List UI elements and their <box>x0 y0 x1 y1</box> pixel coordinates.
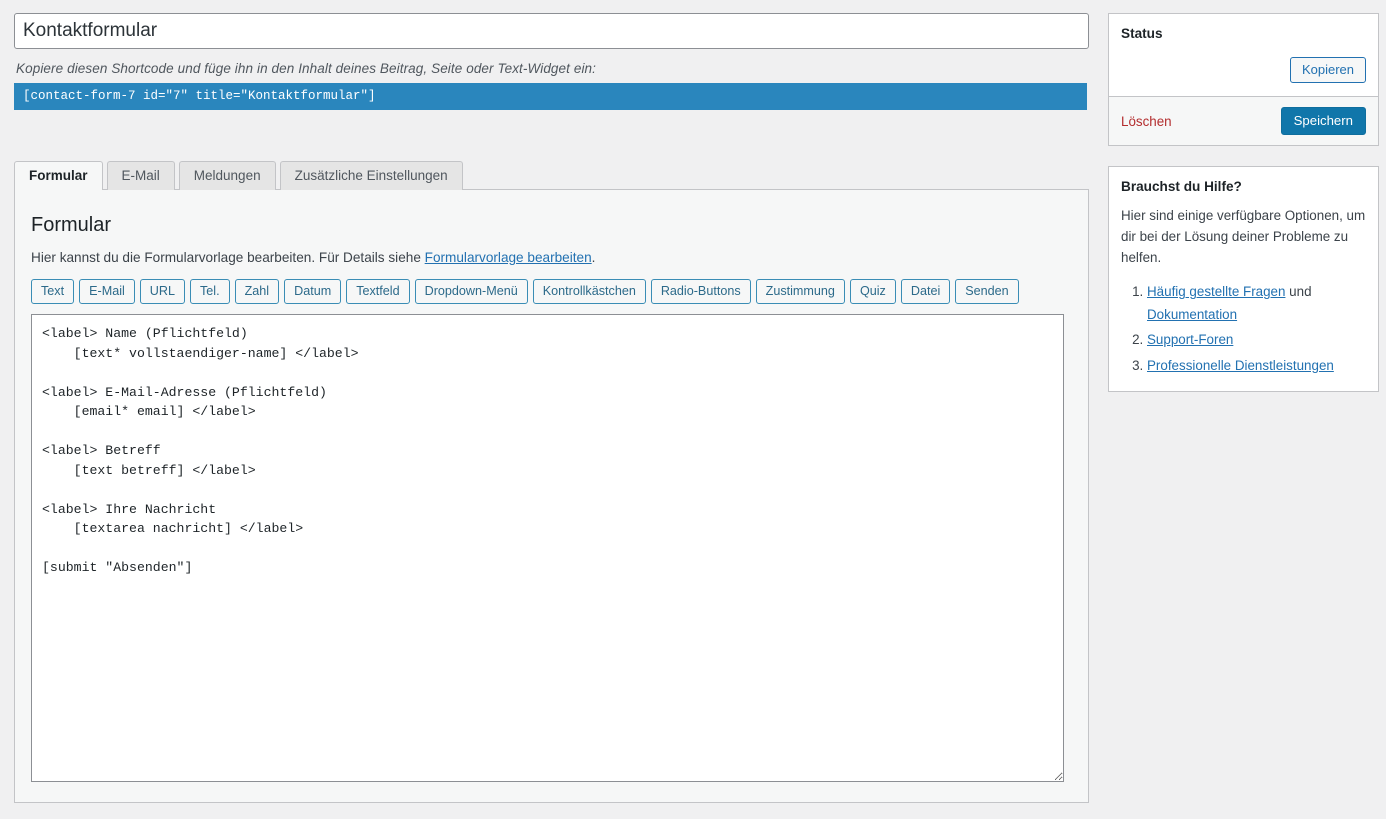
status-box-footer: Löschen Speichern <box>1109 96 1378 146</box>
tab-bar: Formular E-Mail Meldungen Zusätzliche Ei… <box>14 161 467 191</box>
help-box-title: Brauchst du Hilfe? <box>1121 179 1242 195</box>
help-links-list: Häufig gestellte Fragen und Dokumentatio… <box>1121 280 1366 376</box>
list-item: Häufig gestellte Fragen und Dokumentatio… <box>1147 280 1366 326</box>
shortcode-value[interactable]: [contact-form-7 id="7" title="Kontaktfor… <box>14 83 1087 110</box>
panel-description-suffix: . <box>591 250 596 265</box>
tag-button-url[interactable]: URL <box>139 279 185 305</box>
tag-button-datei[interactable]: Datei <box>900 279 951 305</box>
delete-link[interactable]: Löschen <box>1121 114 1172 129</box>
panel-title: Formular <box>31 214 112 236</box>
tag-button-zahl[interactable]: Zahl <box>234 279 280 305</box>
help-box: Brauchst du Hilfe? Hier sind einige verf… <box>1108 166 1379 392</box>
dokumentation-link[interactable]: Dokumentation <box>1147 307 1237 322</box>
support-foren-link[interactable]: Support-Foren <box>1147 332 1233 347</box>
tag-button-textfeld[interactable]: Textfeld <box>346 279 410 305</box>
list-item: Professionelle Dienstleistungen <box>1147 354 1366 377</box>
tag-button-quiz[interactable]: Quiz <box>849 279 896 305</box>
panel-description: Hier kannst du die Formularvorlage bearb… <box>31 248 1072 268</box>
tag-generator-buttons: Text E-Mail URL Tel. Zahl Datum Textfeld… <box>31 279 1072 305</box>
admin-page: Kopiere diesen Shortcode und füge ihn in… <box>0 0 1386 819</box>
save-button[interactable]: Speichern <box>1280 107 1366 136</box>
shortcode-hint: Kopiere diesen Shortcode und füge ihn in… <box>16 61 597 76</box>
tag-button-tel[interactable]: Tel. <box>190 279 230 305</box>
faq-suffix: und <box>1285 284 1312 300</box>
form-panel: Formular Hier kannst du die Formularvorl… <box>14 189 1089 803</box>
main-column: Kopiere diesen Shortcode und füge ihn in… <box>14 13 1089 110</box>
sidebar: Status Kopieren Löschen Speichern Brauch… <box>1108 13 1379 412</box>
tag-button-text[interactable]: Text <box>31 279 75 305</box>
status-box-title: Status <box>1121 26 1163 41</box>
help-paragraph: Hier sind einige verfügbare Optionen, um… <box>1121 208 1366 265</box>
faq-link[interactable]: Häufig gestellte Fragen <box>1147 284 1285 299</box>
form-title-input[interactable] <box>14 13 1089 49</box>
list-item: Support-Foren <box>1147 328 1366 351</box>
status-box-body: Kopieren <box>1109 53 1378 96</box>
tab-email[interactable]: E-Mail <box>106 161 175 190</box>
professionelle-dienstleistungen-link[interactable]: Professionelle Dienstleistungen <box>1147 358 1334 373</box>
tag-button-radio-buttons[interactable]: Radio-Buttons <box>650 279 751 305</box>
tab-meldungen[interactable]: Meldungen <box>178 161 276 190</box>
panel-description-prefix: Hier kannst du die Formularvorlage bearb… <box>31 250 425 265</box>
tag-button-senden[interactable]: Senden <box>955 279 1019 305</box>
tag-button-kontrollkaestchen[interactable]: Kontrollkästchen <box>532 279 646 305</box>
tag-button-zustimmung[interactable]: Zustimmung <box>755 279 845 305</box>
tab-zusaetzliche-einstellungen[interactable]: Zusätzliche Einstellungen <box>279 161 463 190</box>
tag-button-email[interactable]: E-Mail <box>79 279 135 305</box>
formularvorlage-bearbeiten-link[interactable]: Formularvorlage bearbeiten <box>425 250 592 265</box>
tag-button-datum[interactable]: Datum <box>284 279 342 305</box>
status-box: Status Kopieren Löschen Speichern <box>1108 13 1379 147</box>
tag-button-dropdown-menue[interactable]: Dropdown-Menü <box>414 279 528 305</box>
form-template-editor[interactable]: <label> Name (Pflichtfeld) [text* vollst… <box>31 314 1064 783</box>
tab-formular[interactable]: Formular <box>14 161 103 191</box>
help-box-body: Hier sind einige verfügbare Optionen, um… <box>1109 206 1378 390</box>
copy-button[interactable]: Kopieren <box>1289 57 1366 84</box>
